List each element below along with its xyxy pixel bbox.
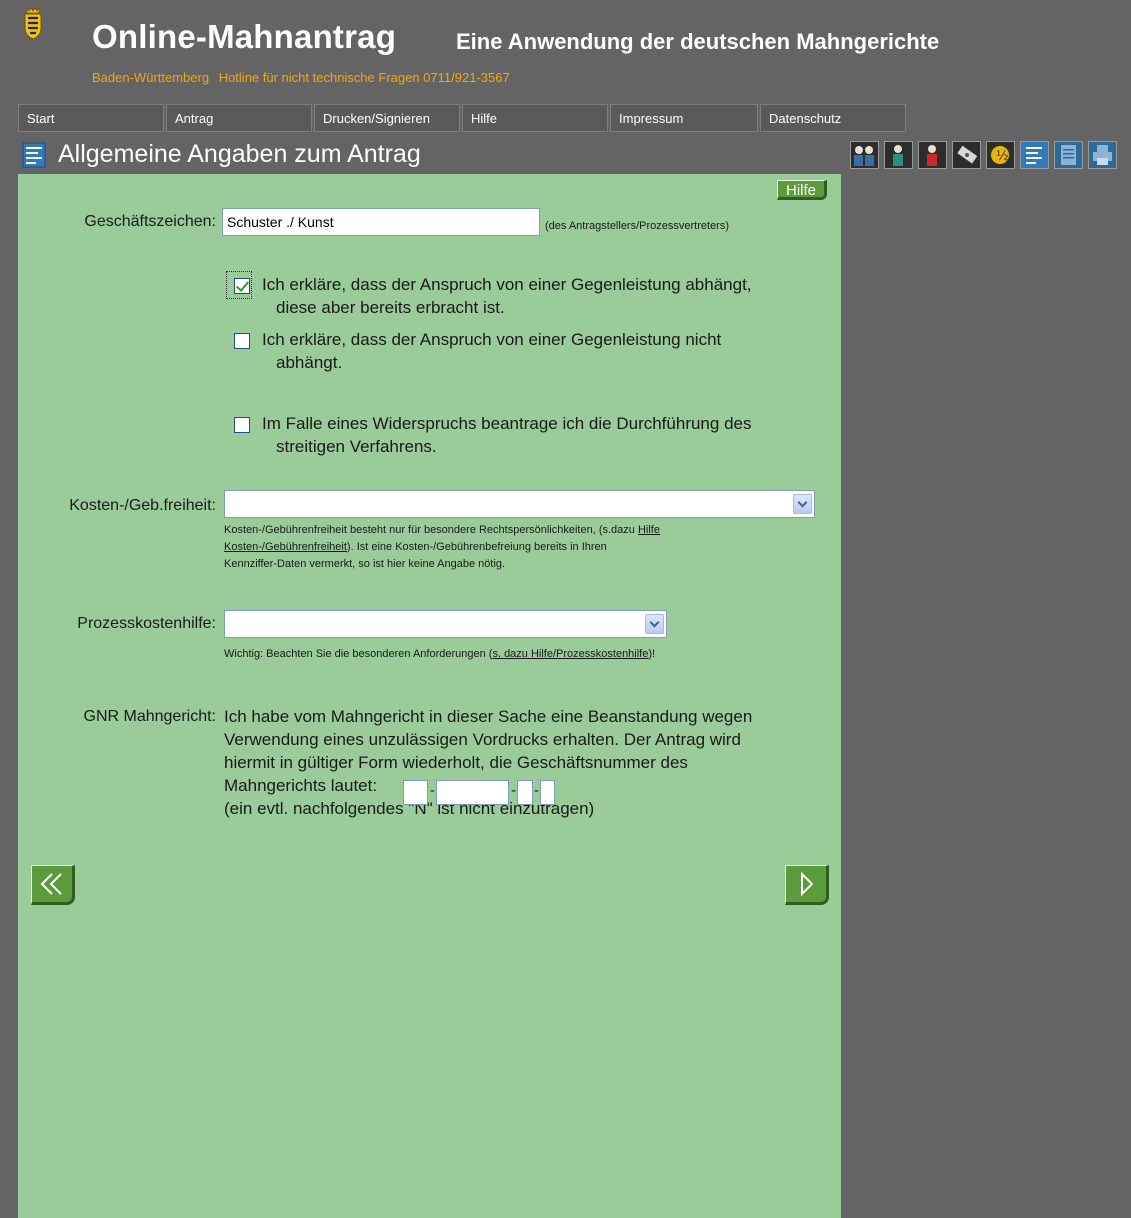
- streitiges-verfahren-label: Im Falle eines Widerspruchs beantrage ic…: [262, 412, 751, 458]
- gnr-part3-input[interactable]: [517, 780, 533, 805]
- gnr-part1-input[interactable]: [403, 780, 428, 805]
- pkh-label: Prozesskostenhilfe:: [77, 615, 216, 632]
- gegenleistung-erbracht-checkbox[interactable]: [234, 278, 250, 294]
- app-title: Online-Mahnantrag: [92, 18, 397, 55]
- nav-antrag[interactable]: Antrag: [166, 104, 312, 132]
- pkh-help-link[interactable]: s. dazu Hilfe/Prozesskostenhilfe: [492, 648, 648, 660]
- respondent-icon[interactable]: [918, 141, 947, 169]
- right-side-panel: [841, 174, 1131, 1218]
- state-coat-of-arms-logo: [24, 6, 42, 40]
- gnr-line1: Ich habe vom Mahngericht in dieser Sache…: [224, 707, 753, 726]
- check1-line2: diese aber bereits erbracht ist.: [276, 298, 505, 317]
- geschaeftszeichen-input[interactable]: [222, 208, 540, 236]
- nav-datenschutz[interactable]: Datenschutz: [760, 104, 906, 132]
- general-info-icon[interactable]: [1020, 141, 1049, 169]
- kosten-help-link-b[interactable]: Kosten-/Gebührenfreiheit: [224, 541, 347, 553]
- keine-gegenleistung-label: Ich erkläre, dass der Anspruch von einer…: [262, 328, 721, 374]
- summary-icon[interactable]: [1054, 141, 1083, 169]
- streitiges-verfahren-checkbox[interactable]: [234, 417, 250, 433]
- kosten-note-text-b: ). Ist eine Kosten-/Gebührenbefreiung be…: [346, 541, 607, 553]
- form-panel: Hilfe Geschäftszeichen: (des Antragstell…: [18, 174, 841, 1218]
- page-title: Allgemeine Angaben zum Antrag: [58, 140, 421, 168]
- pkh-note-post: )!: [648, 648, 656, 660]
- check2-line1: Ich erkläre, dass der Anspruch von einer…: [262, 330, 722, 349]
- print-icon[interactable]: [1088, 141, 1117, 169]
- hotline-text: Hotline für nicht technische Fragen 0711…: [218, 70, 510, 85]
- gegenleistung-erbracht-label: Ich erkläre, dass der Anspruch von einer…: [262, 273, 752, 319]
- kosten-note: Kosten-/Gebührenfreiheit besteht nur für…: [224, 522, 836, 573]
- kosten-note-text-a: Kosten-/Gebührenfreiheit besteht nur für…: [224, 524, 638, 536]
- geschaeftszeichen-hint: (des Antragstellers/Prozessvertreters): [545, 220, 730, 232]
- next-button[interactable]: [785, 865, 829, 905]
- state-name: Baden-Württemberg: [92, 70, 210, 85]
- gnr-line2: Verwendung eines unzulässigen Vordrucks …: [224, 730, 741, 749]
- gnr-label: GNR Mahngericht:: [83, 708, 217, 725]
- form-list-icon: [22, 142, 46, 168]
- nav-drucken-signieren[interactable]: Drucken/Signieren: [314, 104, 460, 132]
- pkh-note-pre: Wichtig: Beachten Sie die besonderen Anf…: [224, 648, 493, 660]
- app-subtitle: Eine Anwendung der deutschen Mahngericht…: [456, 29, 940, 54]
- help-button[interactable]: Hilfe: [777, 180, 827, 200]
- chevron-down-icon: [645, 614, 664, 634]
- step-toolbar: ½: [850, 141, 1120, 169]
- claim-icon[interactable]: [952, 141, 981, 169]
- gnr-part2-input[interactable]: [436, 780, 509, 805]
- gnr-dash-3: -: [534, 782, 539, 799]
- pkh-select[interactable]: [224, 610, 667, 638]
- kosten-help-link-a[interactable]: Hilfe: [638, 524, 660, 536]
- gnr-line3: hiermit in gültiger Form wiederholt, die…: [224, 753, 688, 772]
- geschaeftszeichen-label: Geschäftszeichen:: [84, 213, 216, 230]
- chevron-down-icon: [793, 494, 812, 514]
- nav-impressum[interactable]: Impressum: [610, 104, 758, 132]
- check3-line1: Im Falle eines Widerspruchs beantrage ic…: [262, 414, 752, 433]
- gnr-dash-1: -: [430, 782, 435, 799]
- nav-start[interactable]: Start: [18, 104, 164, 132]
- pkh-note: Wichtig: Beachten Sie die besonderen Anf…: [224, 646, 836, 663]
- back-to-start-button[interactable]: [31, 865, 75, 905]
- keine-gegenleistung-checkbox[interactable]: [234, 333, 250, 349]
- svg-text:½: ½: [996, 149, 1009, 164]
- app-header: Online-Mahnantrag Eine Anwendung der deu…: [0, 0, 1131, 100]
- right-arrow-icon: [801, 871, 814, 897]
- check3-line2: streitigen Verfahrens.: [276, 437, 437, 456]
- double-left-arrow-icon: [40, 873, 62, 895]
- nav-hilfe[interactable]: Hilfe: [462, 104, 608, 132]
- kosten-label: Kosten-/Geb.freiheit:: [69, 497, 216, 514]
- gnr-part4-input[interactable]: [540, 780, 555, 805]
- check1-line1: Ich erkläre, dass der Anspruch von einer…: [262, 275, 752, 294]
- kosten-select[interactable]: [224, 490, 815, 518]
- check2-line2: abhängt.: [276, 353, 343, 372]
- gnr-dash-2: -: [511, 782, 516, 799]
- kosten-note-text-c: Kennziffer-Daten vermerkt, so ist hier k…: [224, 558, 506, 570]
- applicant-icon[interactable]: [884, 141, 913, 169]
- state-hotline-line: Baden-Württemberg Hotline für nicht tech…: [92, 70, 516, 85]
- costs-icon[interactable]: ½: [986, 141, 1015, 169]
- parties-icon[interactable]: [850, 141, 879, 169]
